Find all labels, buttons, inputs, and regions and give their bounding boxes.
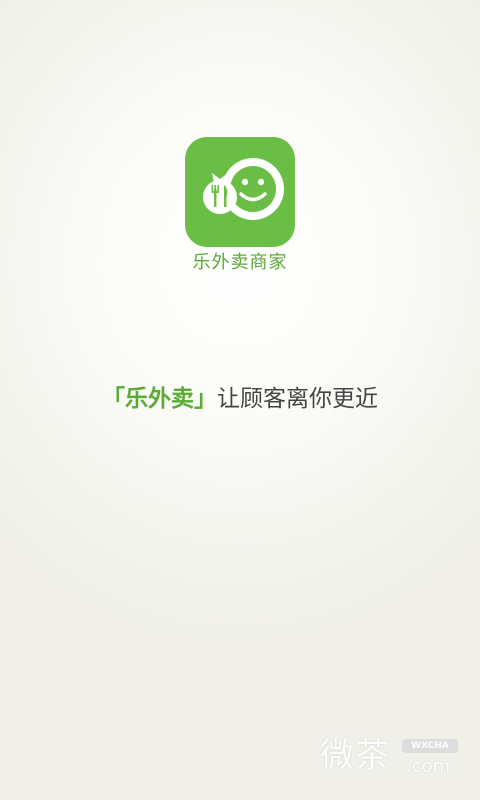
- slogan-bracket-close: 」: [194, 386, 217, 412]
- watermark-badge: WXCHA: [402, 739, 458, 753]
- watermark-text: 微茶: [320, 736, 390, 776]
- app-name: 乐外卖商家: [192, 252, 288, 273]
- watermark-domain: .com: [406, 756, 451, 777]
- app-logo-icon: [185, 137, 295, 247]
- slogan-brand: 乐外卖: [125, 386, 194, 412]
- slogan-text: 让顾客离你更近: [217, 386, 378, 412]
- watermark: 微茶 WXCHA .com: [318, 734, 466, 780]
- slogan-bracket-open: 「: [102, 386, 125, 412]
- slogan: 「乐外卖」让顾客离你更近: [0, 382, 480, 416]
